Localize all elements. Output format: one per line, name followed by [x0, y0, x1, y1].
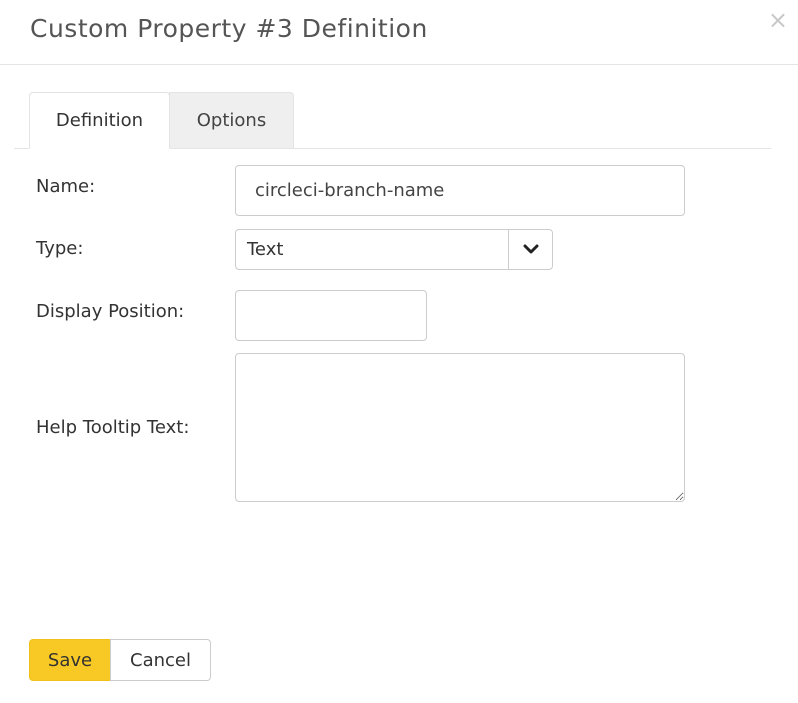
name-input[interactable]	[235, 165, 685, 216]
display-position-input[interactable]	[235, 290, 427, 341]
chevron-down-icon[interactable]	[508, 230, 552, 269]
dialog-title: Custom Property #3 Definition	[30, 14, 428, 43]
tab-bar: Definition Options	[14, 92, 771, 149]
display-position-label: Display Position:	[36, 301, 185, 322]
name-label: Name:	[36, 176, 96, 197]
help-tooltip-label: Help Tooltip Text:	[36, 417, 190, 438]
dialog-header: Custom Property #3 Definition ×	[0, 0, 798, 65]
type-select[interactable]: Text	[235, 229, 553, 270]
close-icon[interactable]: ×	[768, 8, 788, 32]
type-select-value: Text	[247, 239, 284, 260]
cancel-button[interactable]: Cancel	[110, 639, 211, 681]
type-label: Type:	[36, 238, 84, 259]
custom-property-dialog: Custom Property #3 Definition × Definiti…	[0, 0, 798, 703]
save-button[interactable]: Save	[29, 639, 111, 681]
help-tooltip-textarea[interactable]	[235, 353, 685, 502]
tab-definition[interactable]: Definition	[29, 92, 170, 149]
tab-options[interactable]: Options	[169, 92, 294, 148]
